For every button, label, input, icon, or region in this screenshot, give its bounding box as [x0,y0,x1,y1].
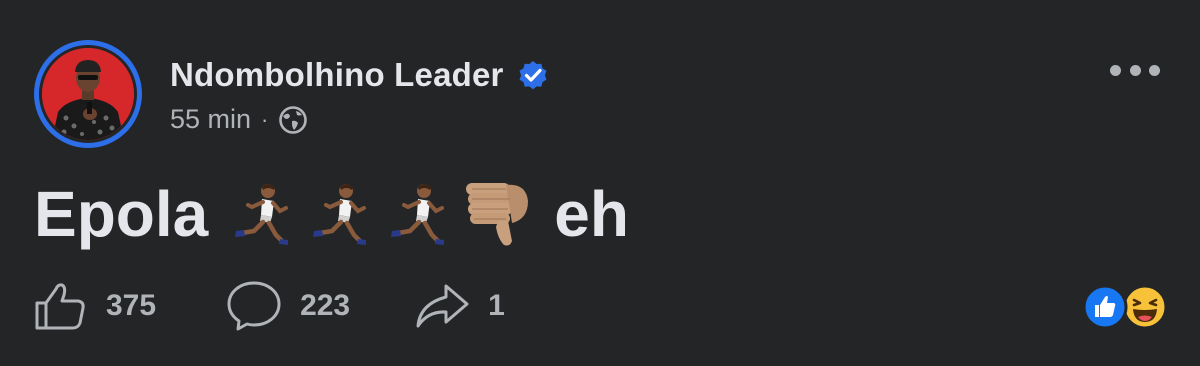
comment-button[interactable]: 223 [226,280,350,332]
post-emojis [228,179,534,249]
running-man-emoji [391,184,445,245]
avatar-image [42,48,134,140]
more-options-button[interactable] [1110,58,1160,82]
meta-separator: · [261,106,269,132]
share-arrow-icon [414,282,470,330]
author-line: Ndombolhino Leader [170,56,550,94]
thumbs-down-emoji [466,183,529,246]
like-button[interactable]: 375 [34,281,156,331]
reactions-summary[interactable] [1082,284,1168,335]
running-man-emoji [235,184,289,245]
post-text-after: eh [554,178,629,250]
post-text: Epola eh [34,176,629,252]
dot-icon [1149,64,1160,76]
haha-reaction-icon [1122,284,1168,335]
avatar-story-ring[interactable] [34,40,142,148]
dot-icon [1110,64,1121,76]
globe-icon[interactable] [278,105,308,135]
action-bar: 375 223 1 [34,280,505,332]
avatar[interactable] [42,48,134,140]
like-reaction-icon [1082,284,1128,335]
author-name[interactable]: Ndombolhino Leader [170,56,504,94]
post-time[interactable]: 55 min [170,104,251,135]
share-button[interactable]: 1 [414,282,505,330]
post-card: Ndombolhino Leader 55 min · Epola eh 375… [0,0,1200,366]
dot-icon [1129,64,1141,76]
running-man-emoji [313,184,367,245]
comment-count: 223 [300,289,351,322]
comment-bubble-icon [226,280,282,332]
like-count: 375 [106,289,157,322]
verified-badge-icon [516,58,550,92]
post-meta: 55 min · [170,104,308,135]
thumbs-up-icon [34,281,88,331]
post-text-before: Epola [34,178,209,250]
share-count: 1 [488,289,505,322]
